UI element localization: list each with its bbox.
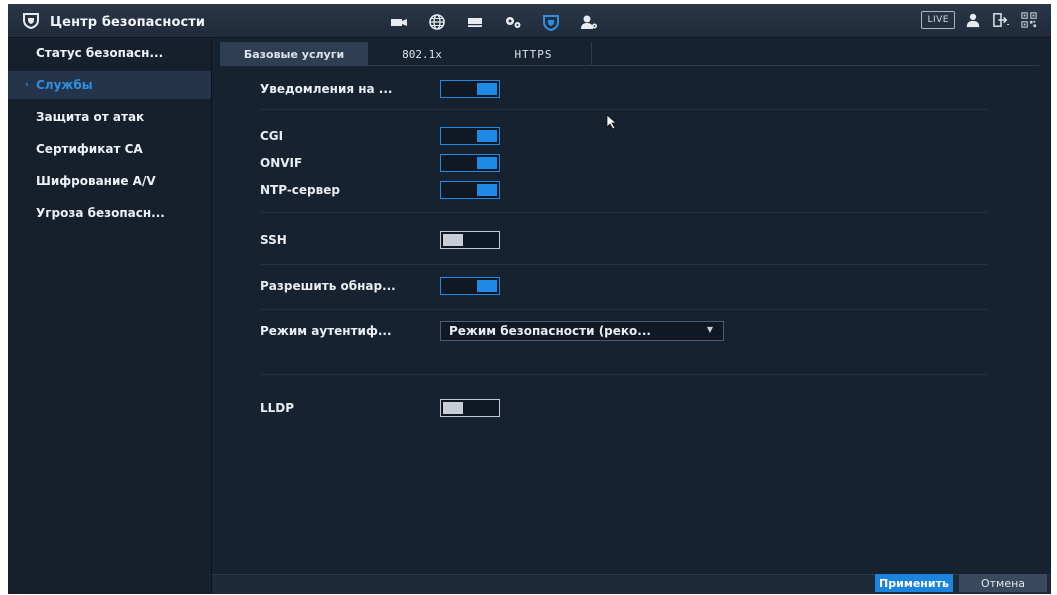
toggle-knob bbox=[477, 83, 497, 95]
auth-mode-select[interactable]: Режим безопасности (реко... ▼ bbox=[440, 321, 724, 341]
notifications-toggle[interactable] bbox=[440, 80, 500, 98]
live-button[interactable]: LIVE bbox=[921, 11, 955, 29]
sidebar-item-av-encryption[interactable]: Шифрование A/V bbox=[8, 167, 211, 195]
setting-discovery: Разрешить обнар... bbox=[260, 277, 500, 295]
setting-lldp: LLDP bbox=[260, 399, 500, 417]
toggle-knob bbox=[477, 184, 497, 196]
setting-auth-mode: Режим аутентиф... Режим безопасности (ре… bbox=[260, 321, 724, 341]
cgi-toggle[interactable] bbox=[440, 127, 500, 145]
camera-icon[interactable] bbox=[380, 12, 418, 32]
toggle-knob bbox=[443, 402, 463, 414]
sidebar-item-label: Службы bbox=[36, 78, 93, 92]
app-window: Центр безопасности LIVE Статус безопасн.… bbox=[8, 4, 1051, 594]
setting-label: LLDP bbox=[260, 401, 295, 415]
setting-label: SSH bbox=[260, 233, 287, 247]
brand: Центр безопасности bbox=[22, 11, 205, 33]
select-value: Режим безопасности (реко... bbox=[449, 324, 651, 338]
top-right-controls: LIVE bbox=[921, 11, 1039, 29]
settings-panel: Уведомления на ... CGI ONVIF NTP-сервер … bbox=[214, 67, 1051, 594]
top-bar: Центр безопасности LIVE bbox=[8, 4, 1051, 38]
setting-ssh: SSH bbox=[260, 231, 500, 249]
divider bbox=[260, 109, 988, 110]
sidebar-item-label: Сертификат CA bbox=[36, 142, 143, 156]
onvif-toggle[interactable] bbox=[440, 154, 500, 172]
setting-label: Уведомления на ... bbox=[260, 82, 393, 96]
setting-ntp-server: NTP-сервер bbox=[260, 181, 500, 199]
toggle-knob bbox=[477, 280, 497, 292]
main-nav bbox=[380, 12, 608, 32]
sidebar-item-label: Защита от атак bbox=[36, 110, 145, 124]
setting-label: NTP-сервер bbox=[260, 183, 340, 197]
divider bbox=[260, 309, 988, 310]
sidebar-item-label: Угроза безопасн... bbox=[36, 206, 165, 220]
sidebar-item-security-status[interactable]: Статус безопасн... bbox=[8, 39, 211, 67]
cancel-button[interactable]: Отмена bbox=[959, 574, 1047, 592]
toggle-knob bbox=[443, 234, 463, 246]
storage-icon[interactable] bbox=[456, 12, 494, 32]
sidebar-item-label: Шифрование A/V bbox=[36, 174, 156, 188]
setting-label: ONVIF bbox=[260, 156, 303, 170]
sidebar-item-label: Статус безопасн... bbox=[36, 46, 164, 60]
sidebar: Статус безопасн... › Службы Защита от ат… bbox=[8, 39, 212, 594]
settings-icon[interactable] bbox=[494, 12, 532, 32]
security-shield-icon[interactable] bbox=[532, 12, 570, 32]
divider bbox=[260, 374, 988, 375]
account-icon[interactable] bbox=[570, 12, 608, 32]
apply-button[interactable]: Применить bbox=[875, 574, 953, 592]
shield-icon bbox=[22, 11, 40, 33]
tab-https[interactable]: HTTPS bbox=[476, 42, 592, 66]
setting-onvif: ONVIF bbox=[260, 154, 500, 172]
sidebar-item-security-threat[interactable]: Угроза безопасн... bbox=[8, 199, 211, 227]
mouse-cursor-icon bbox=[606, 114, 618, 130]
setting-label: Разрешить обнар... bbox=[260, 279, 396, 293]
tab-bar: Базовые услуги 802.1x HTTPS bbox=[220, 42, 1039, 66]
divider bbox=[260, 264, 988, 265]
sidebar-item-ca-certificate[interactable]: Сертификат CA bbox=[8, 135, 211, 163]
setting-cgi: CGI bbox=[260, 127, 500, 145]
tab-basic-services[interactable]: Базовые услуги bbox=[220, 42, 368, 66]
setting-label: CGI bbox=[260, 129, 284, 143]
sidebar-item-attack-protection[interactable]: Защита от атак bbox=[8, 103, 211, 131]
globe-icon[interactable] bbox=[418, 12, 456, 32]
ssh-toggle[interactable] bbox=[440, 231, 500, 249]
setting-notifications: Уведомления на ... bbox=[260, 80, 500, 98]
sidebar-item-services[interactable]: › Службы bbox=[8, 71, 211, 99]
setting-label: Режим аутентиф... bbox=[260, 324, 392, 338]
divider bbox=[260, 212, 988, 213]
ntp-server-toggle[interactable] bbox=[440, 181, 500, 199]
chevron-right-icon: › bbox=[25, 80, 29, 90]
tab-802-1x[interactable]: 802.1x bbox=[368, 42, 476, 66]
discovery-toggle[interactable] bbox=[440, 277, 500, 295]
user-icon[interactable] bbox=[963, 11, 983, 29]
chevron-down-icon: ▼ bbox=[706, 325, 713, 334]
toggle-knob bbox=[477, 130, 497, 142]
app-title: Центр безопасности bbox=[50, 14, 206, 30]
logout-icon[interactable] bbox=[991, 11, 1011, 29]
qr-code-icon[interactable] bbox=[1019, 11, 1039, 29]
lldp-toggle[interactable] bbox=[440, 399, 500, 417]
toggle-knob bbox=[477, 157, 497, 169]
